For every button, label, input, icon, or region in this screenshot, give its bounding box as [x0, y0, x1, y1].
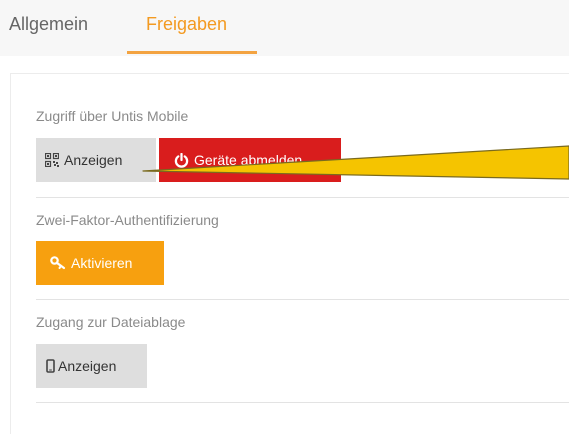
logout-devices-button[interactable]: Geräte abmelden — [159, 138, 341, 182]
show-file-storage-label: Anzeigen — [58, 358, 117, 374]
mobile-phone-icon — [46, 359, 55, 373]
two-factor-label: Zwei-Faktor-Authentifizierung — [36, 212, 219, 228]
key-icon — [50, 256, 66, 270]
tab-shares[interactable]: Freigaben — [146, 14, 227, 35]
qr-code-icon — [45, 153, 59, 167]
activate-2fa-label: Aktivieren — [71, 255, 133, 271]
logout-devices-label: Geräte abmelden — [194, 152, 303, 168]
divider — [36, 197, 569, 198]
activate-2fa-button[interactable]: Aktivieren — [36, 241, 164, 285]
tab-bar: Allgemein Freigaben — [0, 0, 569, 56]
divider — [36, 299, 569, 300]
active-tab-indicator — [127, 51, 257, 54]
file-storage-label: Zugang zur Dateiablage — [36, 314, 186, 330]
divider — [36, 402, 569, 403]
power-icon — [174, 152, 189, 168]
show-qr-button[interactable]: Anzeigen — [36, 138, 156, 182]
tab-general[interactable]: Allgemein — [9, 14, 88, 35]
show-qr-label: Anzeigen — [64, 152, 123, 168]
show-file-storage-button[interactable]: Anzeigen — [36, 344, 147, 388]
untis-mobile-label: Zugriff über Untis Mobile — [36, 108, 189, 124]
